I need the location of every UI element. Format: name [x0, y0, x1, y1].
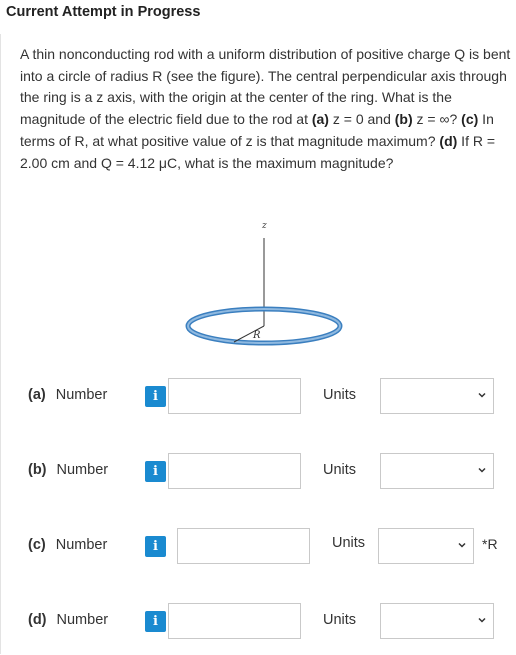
answer-row-c: (c) Number i Units *R: [0, 526, 516, 566]
answer-label-b: (b) Number: [28, 462, 108, 478]
part-d-tag: (d): [439, 132, 458, 149]
number-input-b[interactable]: [168, 453, 301, 489]
part-c-tag: (c): [461, 111, 479, 128]
answer-suffix: *R: [482, 536, 498, 552]
part-tag: (d): [28, 612, 47, 628]
number-label: Number: [55, 537, 108, 553]
number-input-d[interactable]: [168, 603, 301, 639]
units-select-d[interactable]: [380, 603, 494, 639]
units-select-a[interactable]: [380, 378, 494, 414]
part-b-tag: (b): [394, 111, 413, 128]
number-label: Number: [56, 612, 109, 628]
units-label: Units: [323, 612, 357, 628]
info-icon[interactable]: i: [145, 386, 166, 407]
part-tag: (b): [28, 462, 47, 478]
question-text: A thin nonconducting rod with a uniform …: [20, 44, 512, 174]
part-b-text: z = ∞?: [412, 111, 462, 128]
answer-row-a: (a) Number i Units: [0, 376, 516, 416]
chevron-down-icon: [478, 467, 486, 473]
units-label: Units: [323, 462, 357, 478]
number-input-a[interactable]: [168, 378, 301, 414]
attempt-title: Current Attempt in Progress: [6, 4, 201, 20]
answer-label-c: (c) Number: [28, 537, 107, 553]
chevron-down-icon: [478, 617, 486, 623]
units-select-b[interactable]: [380, 453, 494, 489]
part-tag: (a): [28, 387, 46, 403]
answer-label-d: (d) Number: [28, 612, 108, 628]
info-icon[interactable]: i: [145, 536, 166, 557]
number-label: Number: [55, 387, 108, 403]
z-axis-label: z: [261, 221, 267, 231]
answer-row-d: (d) Number i Units: [0, 601, 516, 641]
units-select-c[interactable]: [378, 528, 474, 564]
chevron-down-icon: [458, 542, 466, 548]
radius-label: R: [252, 330, 261, 341]
attempt-header: Current Attempt in Progress: [0, 0, 516, 28]
part-tag: (c): [28, 537, 46, 553]
answer-row-b: (b) Number i Units: [0, 451, 516, 491]
answer-label-a: (a) Number: [28, 387, 107, 403]
units-label: Units: [323, 387, 357, 403]
units-label: Units: [332, 535, 366, 551]
ring-figure: z R: [185, 221, 343, 346]
number-input-c[interactable]: [177, 528, 310, 564]
part-a-text: z = 0 and: [328, 111, 395, 128]
chevron-down-icon: [478, 392, 486, 398]
info-icon[interactable]: i: [145, 461, 166, 482]
part-a-tag: (a): [311, 111, 329, 128]
number-label: Number: [56, 462, 109, 478]
info-icon[interactable]: i: [145, 611, 166, 632]
